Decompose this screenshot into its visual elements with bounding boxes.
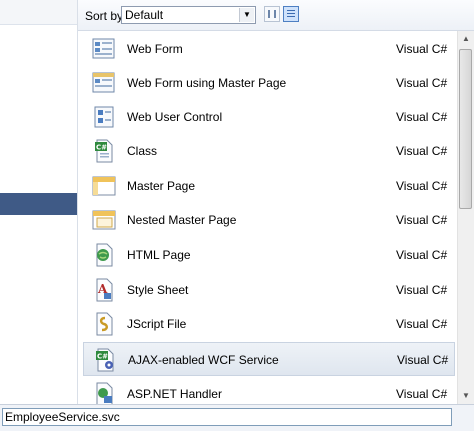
svg-text:C#: C#	[96, 144, 107, 152]
template-item[interactable]: Nested Master Page Visual C#	[83, 203, 455, 237]
template-name: Master Page	[127, 179, 196, 193]
template-item[interactable]: JScript File Visual C#	[83, 307, 455, 341]
template-name: Style Sheet	[127, 283, 189, 297]
master-page-icon	[92, 176, 116, 196]
scrollbar-thumb[interactable]	[459, 49, 472, 209]
template-item[interactable]: Web User Control Visual C#	[83, 100, 455, 134]
templates-toolbar: Sort by: Default ▼	[78, 0, 474, 31]
template-item[interactable]: C# Class Visual C#	[83, 134, 455, 168]
web-form-master-icon	[92, 72, 115, 93]
template-name: JScript File	[127, 317, 187, 331]
template-item[interactable]: A Style Sheet Visual C#	[83, 273, 455, 307]
list-view-button[interactable]	[283, 6, 299, 22]
sort-by-dropdown[interactable]: Default ▼	[121, 6, 256, 24]
template-language: Visual C#	[397, 353, 449, 367]
template-name: Nested Master Page	[127, 213, 237, 227]
small-icons-view-button[interactable]	[264, 6, 280, 22]
class-file-icon: C#	[95, 139, 113, 163]
sort-by-value: Default	[125, 8, 164, 22]
scroll-up-icon[interactable]: ▲	[458, 31, 474, 47]
name-bar	[0, 404, 474, 431]
template-language: Visual C#	[396, 42, 448, 56]
list-view-icon	[287, 10, 295, 18]
jscript-file-icon	[96, 312, 113, 336]
template-name: HTML Page	[127, 248, 191, 262]
chevron-down-icon[interactable]: ▼	[239, 8, 254, 22]
small-icons-view-icon	[268, 10, 276, 18]
template-language: Visual C#	[396, 248, 448, 262]
svg-text:C#: C#	[97, 353, 108, 361]
template-language: Visual C#	[396, 110, 448, 124]
wcf-service-icon: C#	[96, 348, 114, 372]
template-item[interactable]: Web Form using Master Page Visual C#	[83, 66, 455, 100]
template-name: AJAX-enabled WCF Service	[128, 353, 279, 367]
template-language: Visual C#	[396, 213, 448, 227]
template-language: Visual C#	[396, 387, 448, 401]
template-language: Visual C#	[396, 317, 448, 331]
template-language: Visual C#	[396, 283, 448, 297]
web-form-icon	[92, 38, 115, 59]
html-page-icon	[96, 243, 113, 267]
handler-icon	[96, 382, 113, 406]
template-language: Visual C#	[396, 76, 448, 90]
template-name: Web Form using Master Page	[127, 76, 287, 90]
file-name-input[interactable]	[2, 408, 452, 426]
vertical-scrollbar[interactable]: ▲ ▼	[457, 31, 474, 404]
user-control-icon	[94, 106, 114, 128]
style-sheet-icon: A	[96, 278, 113, 302]
template-item[interactable]: Master Page Visual C#	[83, 169, 455, 203]
template-name: ASP.NET Handler	[127, 387, 222, 401]
template-language: Visual C#	[396, 144, 448, 158]
template-item[interactable]: HTML Page Visual C#	[83, 238, 455, 272]
template-item[interactable]: Web Form Visual C#	[83, 32, 455, 66]
template-item[interactable]: C# AJAX-enabled WCF Service Visual C#	[83, 342, 455, 376]
template-name: Web Form	[127, 42, 183, 56]
selected-category[interactable]	[0, 193, 77, 215]
template-name: Class	[127, 144, 158, 158]
template-language: Visual C#	[396, 179, 448, 193]
template-list[interactable]: Web Form Visual C# Web Form using Master…	[78, 31, 457, 406]
scroll-down-icon[interactable]: ▼	[458, 388, 474, 404]
nested-master-page-icon	[92, 210, 116, 230]
categories-header	[0, 0, 77, 25]
template-categories-pane[interactable]	[0, 0, 78, 404]
template-name: Web User Control	[127, 110, 223, 124]
